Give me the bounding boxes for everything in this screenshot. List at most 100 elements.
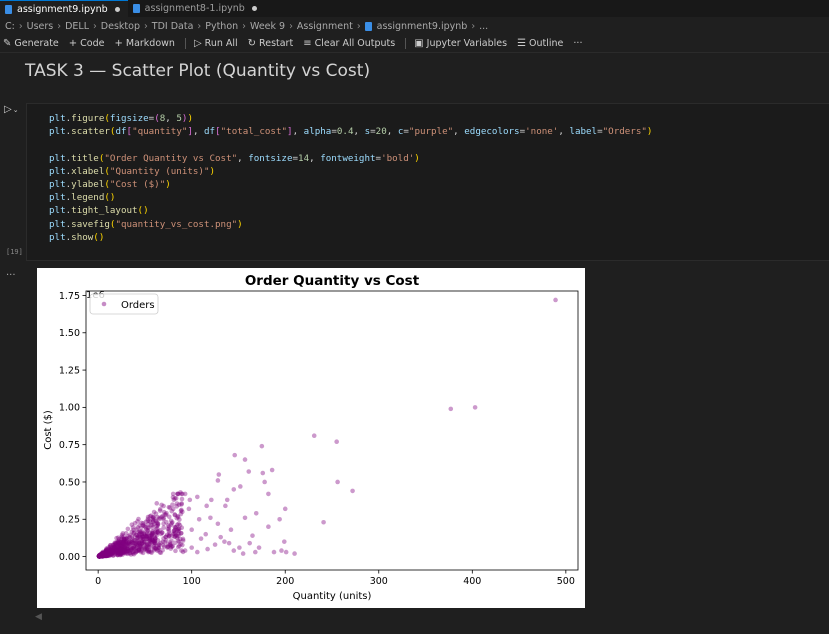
code-line: plt.savefig("quantity_vs_cost.png") (49, 218, 243, 230)
jupyter-variables-button[interactable]: ▣ Jupyter Variables (414, 38, 507, 49)
unsaved-dot-icon[interactable] (114, 6, 120, 12)
data-point (172, 540, 178, 546)
run-all-icon: ▷ (193, 38, 202, 49)
outline-button[interactable]: ☰ Outline (517, 38, 563, 49)
data-point (226, 540, 232, 546)
outline-label: Outline (529, 38, 564, 49)
y-tick-label: 0.00 (59, 552, 80, 563)
generate-button[interactable]: ✎ Generate (3, 38, 59, 49)
data-point (152, 536, 158, 541)
code-line: plt.scatter(df["quantity"], df["total_co… (49, 126, 653, 138)
x-tick-label: 300 (370, 576, 388, 587)
chevron-down-icon: ⌄ (12, 106, 19, 114)
breadcrumb-item[interactable]: Python (205, 21, 238, 32)
data-point (97, 553, 103, 559)
breadcrumb-item[interactable]: DELL (65, 21, 89, 32)
unsaved-dot-icon[interactable] (251, 6, 257, 11)
data-point (262, 479, 267, 485)
data-point (334, 439, 339, 444)
notebook-file-icon (132, 4, 140, 13)
data-point (186, 506, 192, 512)
data-point (259, 443, 265, 449)
horizontal-scroll-left-icon[interactable]: ◀ (35, 612, 42, 622)
data-point (260, 470, 266, 476)
cell-output-plot: Order Quantity vs Cost 1e6 0100200300400… (37, 268, 585, 608)
x-axis-label: Quantity (units) (293, 591, 372, 602)
data-point (123, 542, 129, 547)
data-point (350, 488, 355, 494)
notebook-toolbar: ✎ Generate + Code + Markdown ▷ Run All ↻ Rest… (0, 35, 829, 53)
tab-label: assignment8-1.ipynb (144, 3, 245, 14)
tab-1[interactable]: assignment9.ipynb (0, 0, 128, 17)
breadcrumb-item[interactable]: Assignment (297, 21, 353, 32)
sparkle-icon: ✎ (3, 38, 12, 49)
data-point (143, 525, 148, 530)
generate-label: Generate (14, 38, 59, 49)
data-point (179, 496, 185, 502)
data-point (209, 497, 214, 503)
breadcrumb-item[interactable]: ... (479, 21, 488, 32)
data-point (150, 530, 155, 535)
data-point (215, 478, 221, 483)
data-point (125, 526, 131, 532)
breadcrumb-item[interactable]: TDI Data (152, 21, 194, 32)
data-point (198, 536, 204, 541)
plus-icon: + (68, 38, 78, 49)
clear-all-label: Clear All Outputs (314, 38, 396, 49)
add-code-button[interactable]: + Code (69, 38, 105, 49)
output-more-button[interactable]: ... (6, 267, 16, 278)
data-point (216, 472, 222, 477)
data-point (176, 528, 182, 534)
more-actions-button[interactable]: ··· (573, 38, 582, 49)
run-all-button[interactable]: ▷ Run All (194, 38, 238, 49)
chart-title: Order Quantity vs Cost (245, 273, 420, 289)
data-point (153, 511, 159, 516)
code-cell[interactable]: plt.figure(figsize=(8, 5)) plt.scatter(df… (26, 103, 829, 261)
chevron-right-icon: › (92, 20, 97, 32)
data-point (189, 527, 194, 533)
breadcrumb-item[interactable]: assignment9.ipynb (377, 21, 468, 32)
data-point (187, 497, 193, 503)
breadcrumb-item[interactable]: Users (27, 21, 54, 32)
chevron-right-icon: › (356, 20, 361, 32)
data-point (281, 539, 287, 544)
data-point (238, 484, 243, 489)
data-point (178, 511, 184, 517)
data-point (173, 548, 178, 554)
data-point (121, 536, 127, 542)
clear-all-outputs-button[interactable]: ≡ Clear All Outputs (303, 38, 395, 49)
clear-all-icon: ≡ (303, 38, 312, 49)
data-point (157, 508, 163, 513)
data-point (112, 540, 118, 545)
breadcrumb-item[interactable]: C: (5, 21, 15, 32)
run-cell-button[interactable]: ▷⌄ (4, 104, 19, 115)
data-point (137, 544, 143, 549)
breadcrumb-item[interactable]: Desktop (101, 21, 140, 32)
data-point (250, 533, 255, 538)
add-markdown-button[interactable]: + Markdown (114, 38, 174, 49)
data-point (253, 511, 259, 516)
chevron-right-icon: › (197, 20, 202, 32)
variables-icon: ▣ (414, 38, 424, 49)
restart-button[interactable]: ↻ Restart (248, 38, 294, 49)
tab-2[interactable]: assignment8-1.ipynb (128, 0, 265, 17)
data-point (140, 534, 145, 539)
execution-count: [19] (6, 248, 23, 256)
data-point (224, 497, 230, 503)
data-point (311, 433, 317, 439)
data-point (195, 549, 200, 555)
list-icon: ☰ (517, 38, 527, 49)
code-line: plt.show() (49, 231, 105, 243)
data-point (173, 496, 179, 501)
data-point (167, 505, 173, 511)
breadcrumb-item[interactable]: Week 9 (250, 21, 285, 32)
y-tick-label: 1.00 (59, 403, 80, 414)
data-point (283, 549, 289, 555)
legend-label-orders: Orders (121, 300, 155, 311)
data-point (104, 549, 110, 554)
y-tick-label: 1.75 (59, 291, 80, 302)
code-line: plt.tight_layout() (49, 205, 149, 217)
code-editor[interactable]: plt.figure(figsize=(8, 5)) plt.scatter(df… (49, 112, 652, 244)
data-point (143, 544, 149, 550)
y-axis-label: Cost ($) (43, 410, 54, 450)
